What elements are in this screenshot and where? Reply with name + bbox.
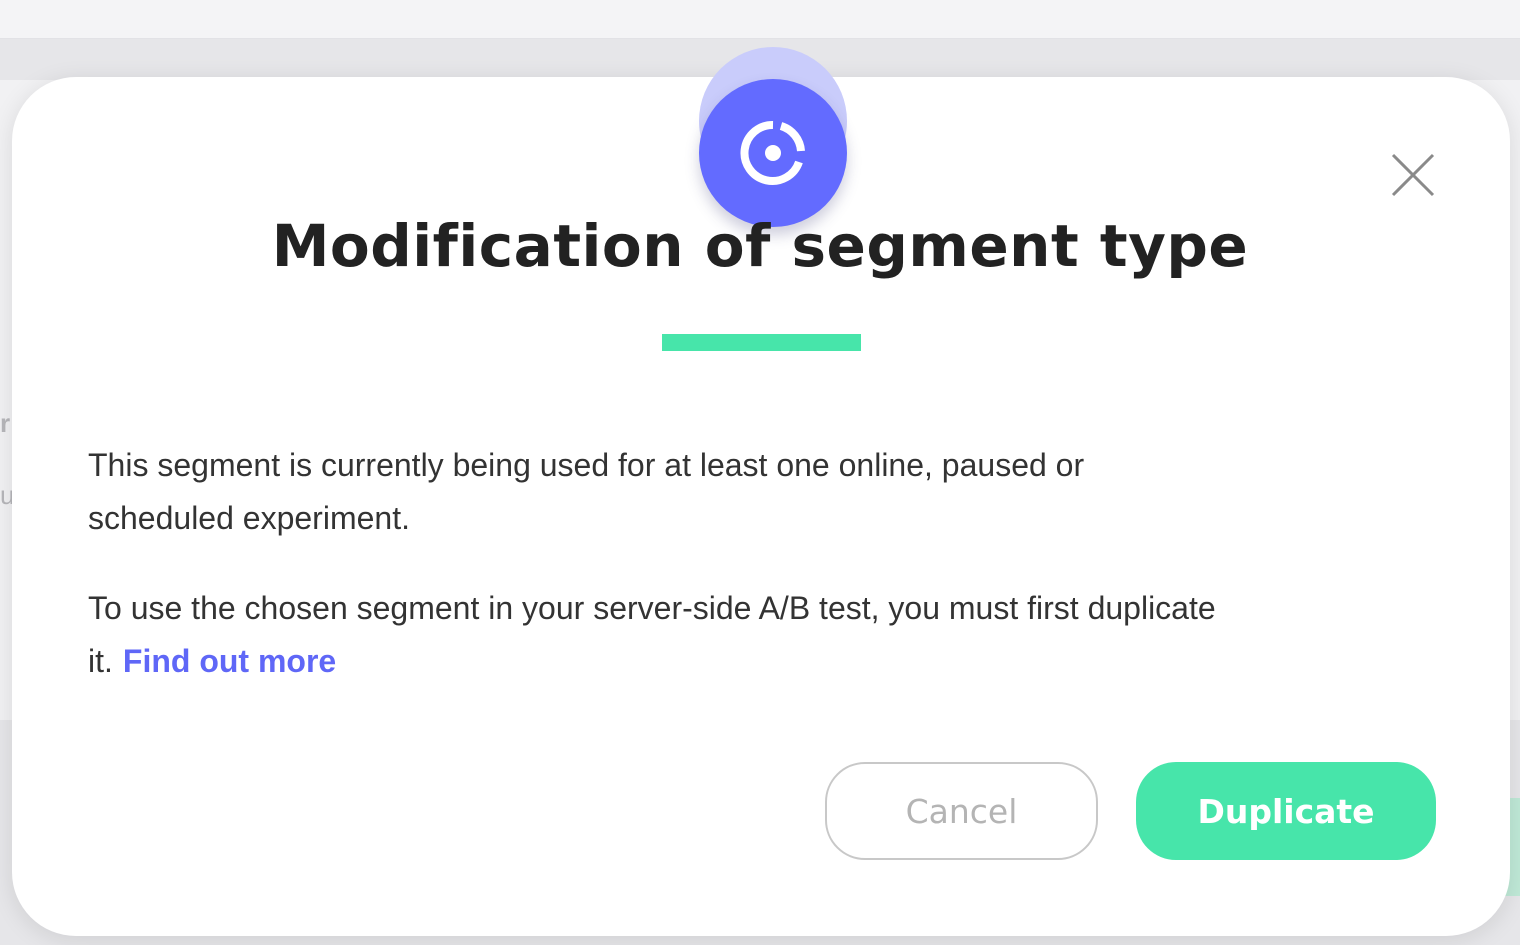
modal-message-instruction: To use the chosen segment in your server… [88,582,1228,688]
cancel-button[interactable]: Cancel [825,762,1098,860]
background-text: r [0,408,11,438]
target-icon-graphic [740,120,805,185]
close-icon [1391,153,1435,197]
target-icon [699,79,847,227]
duplicate-button[interactable]: Duplicate [1136,762,1436,860]
modal-title: Modification of segment type [271,212,1249,280]
find-out-more-link[interactable]: Find out more [123,643,336,679]
close-button[interactable] [1388,150,1438,200]
top-bar [0,0,1520,39]
title-underline [662,334,861,351]
modal-message-usage: This segment is currently being used for… [88,447,1085,536]
